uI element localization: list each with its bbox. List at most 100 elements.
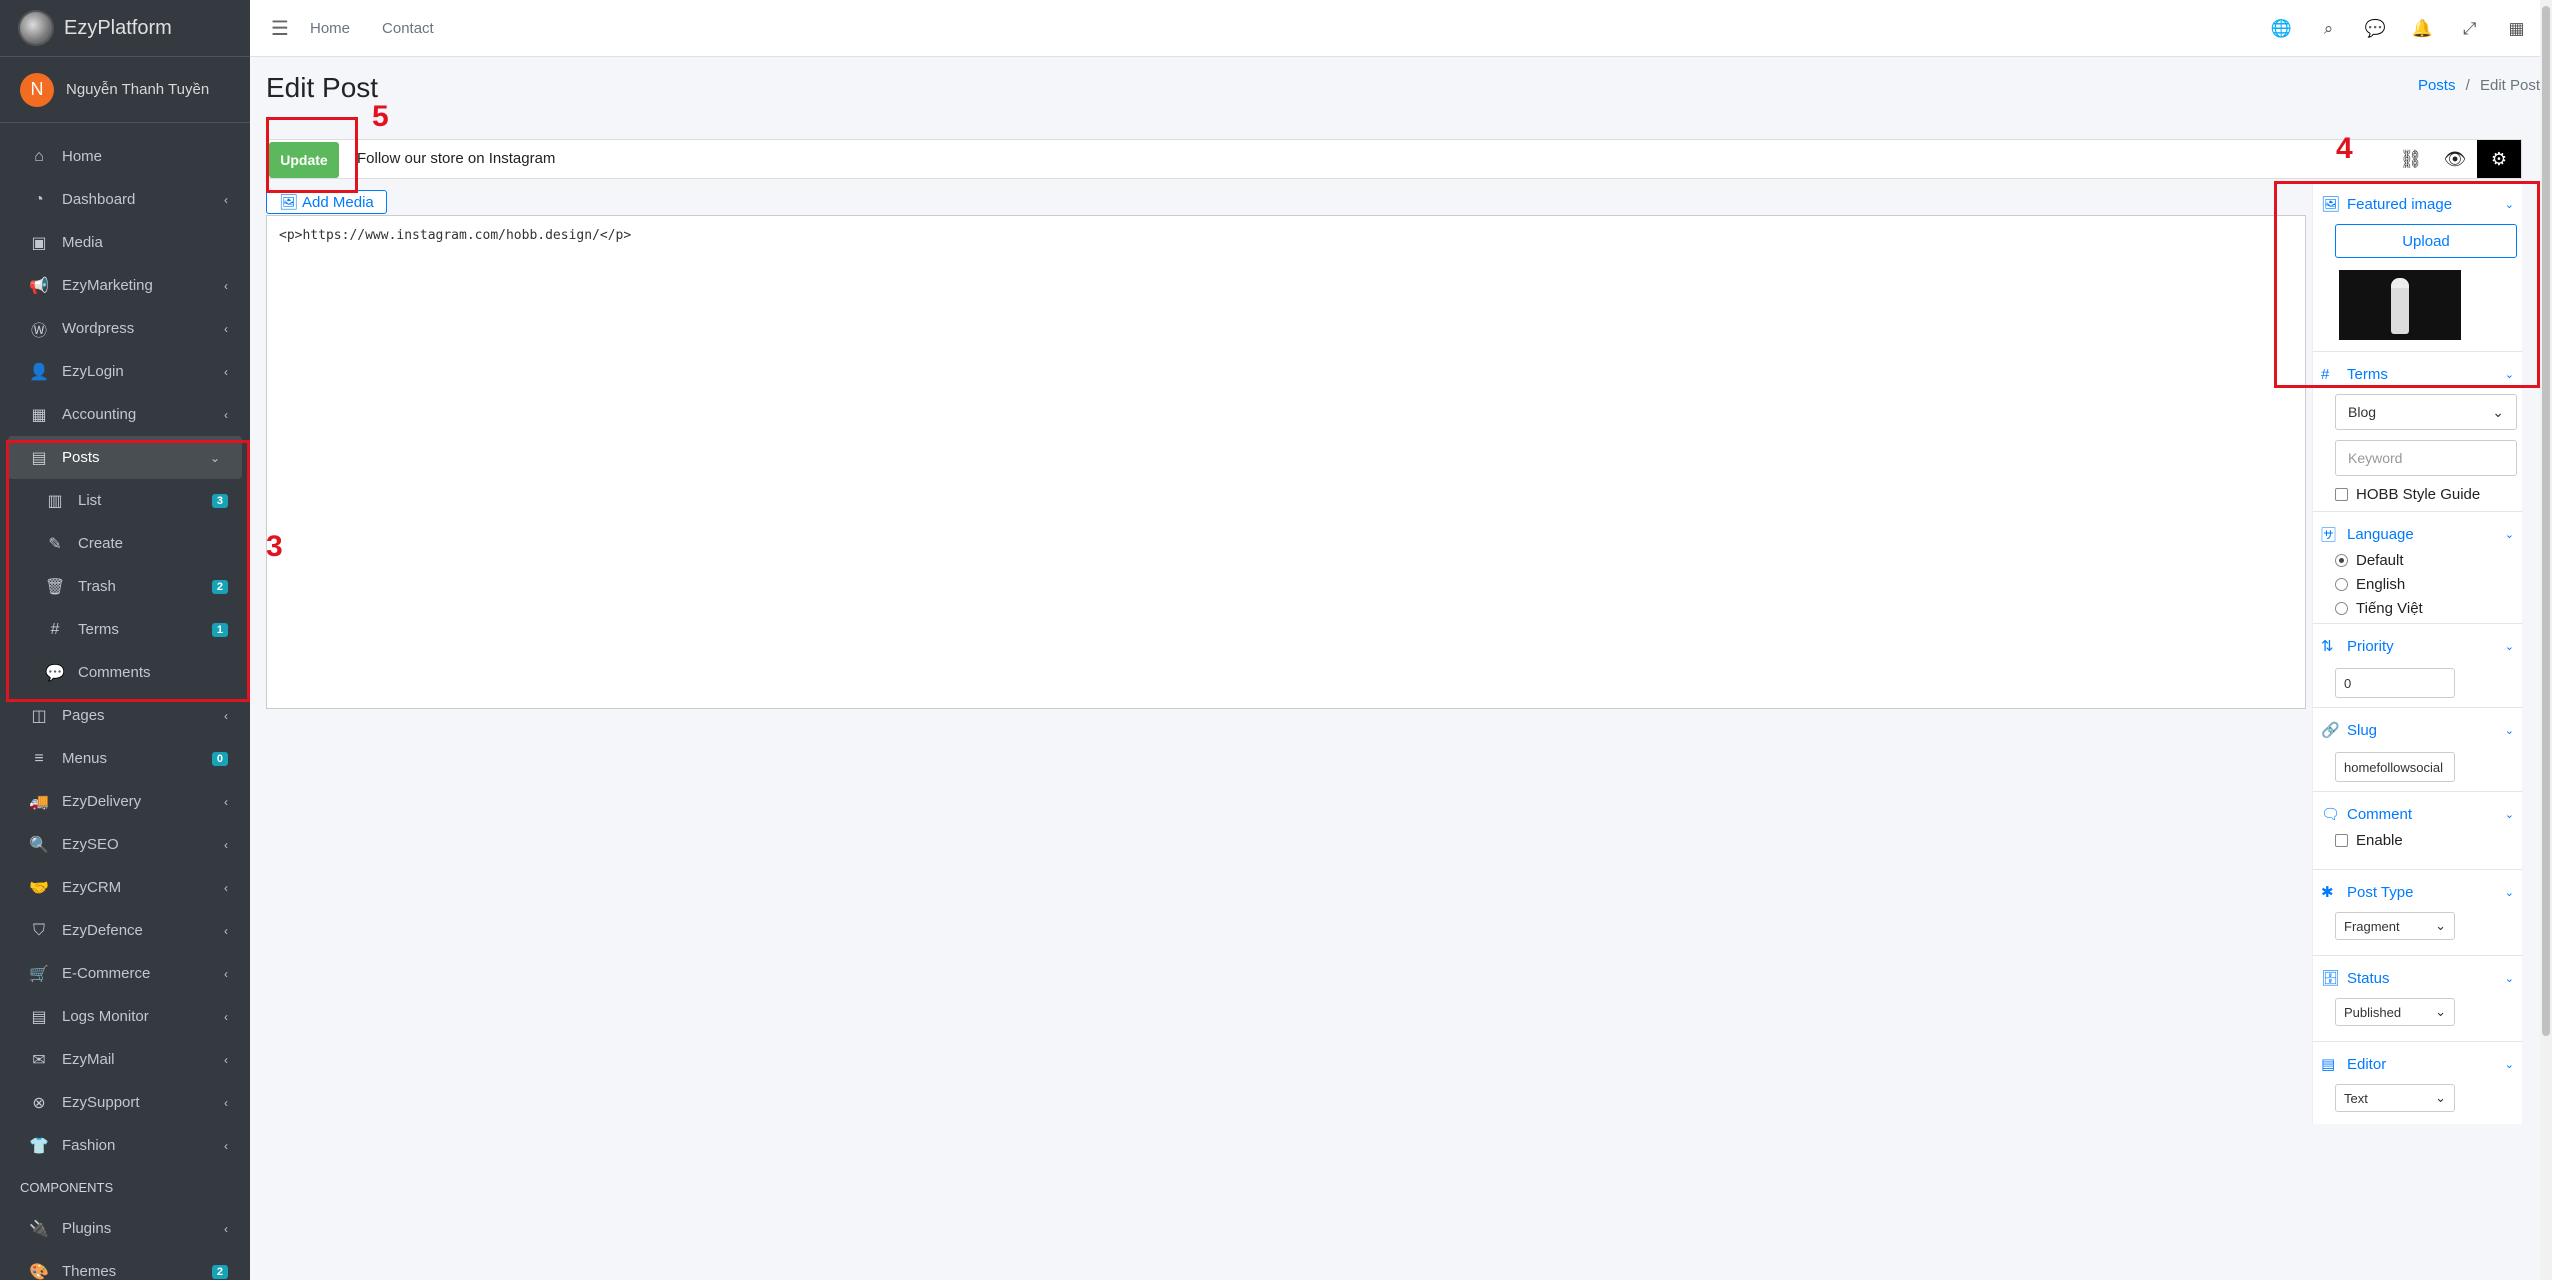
bell-icon[interactable]: 🔔 bbox=[2399, 19, 2446, 39]
priority-input[interactable]: 0 bbox=[2335, 668, 2455, 698]
post-type-select[interactable]: Fragment ⌄ bbox=[2335, 912, 2455, 940]
brand[interactable]: EzyPlatform bbox=[0, 0, 250, 57]
annotation-4: 4 bbox=[2336, 132, 2353, 165]
status-title: Status bbox=[2347, 969, 2390, 987]
sidebar-item-ezydelivery[interactable]: 🚚 EzyDelivery ‹ bbox=[0, 780, 250, 823]
priority-header[interactable]: ⇅ Priority ⌄ bbox=[2321, 634, 2514, 658]
logs-icon: ▤ bbox=[31, 1008, 47, 1026]
search-icon[interactable]: ⌕ bbox=[2305, 19, 2352, 39]
bullhorn-icon: 📢 bbox=[29, 277, 49, 295]
post-type-value: Fragment bbox=[2344, 918, 2400, 934]
chevron-down-icon: ⌄ bbox=[2435, 1090, 2446, 1105]
language-default-radio[interactable]: Default bbox=[2335, 550, 2514, 570]
sidebar-item-e-commerce[interactable]: 🛒 E-Commerce ‹ bbox=[0, 952, 250, 995]
menu-icon: ≡ bbox=[34, 749, 44, 767]
sidebar-item-comments[interactable]: 💬 Comments bbox=[0, 651, 250, 694]
messages-icon[interactable]: 💬 bbox=[2352, 19, 2399, 39]
chevron-left-icon: ‹ bbox=[224, 1221, 228, 1236]
sidebar-item-list[interactable]: ▥ List 3 bbox=[0, 479, 250, 522]
sidebar-item-ezydefence[interactable]: ⛉ EzyDefence ‹ bbox=[0, 909, 250, 952]
sidebar-item-wordpress[interactable]: Ⓦ Wordpress ‹ bbox=[0, 307, 250, 350]
sidebar-item-ezycrm[interactable]: 🤝 EzyCRM ‹ bbox=[0, 866, 250, 909]
sidebar-item-create[interactable]: ✎ Create bbox=[0, 522, 250, 565]
post-settings-panel: 🖼 Featured image ⌄ Upload # Terms ⌄ Blog… bbox=[2312, 182, 2522, 1124]
nav-link-home[interactable]: Home bbox=[310, 20, 350, 37]
sidebar-item-ezymarketing[interactable]: 📢 EzyMarketing ‹ bbox=[0, 264, 250, 307]
page-scrollbar[interactable] bbox=[2540, 0, 2552, 1280]
sidebar-item-menus[interactable]: ≡ Menus 0 bbox=[0, 737, 250, 780]
status-header[interactable]: 🗄 Status ⌄ bbox=[2321, 966, 2514, 990]
featured-image-thumbnail[interactable] bbox=[2339, 270, 2461, 340]
page-title: Edit Post bbox=[266, 72, 379, 103]
sidebar-item-ezyseo[interactable]: 🔍 EzySEO ‹ bbox=[0, 823, 250, 866]
status-select[interactable]: Published ⌄ bbox=[2335, 998, 2455, 1026]
sidebar-item-posts[interactable]: ▤ Posts ⌄ bbox=[8, 436, 242, 479]
eye-icon[interactable]: 👁 bbox=[2433, 140, 2477, 178]
user-panel[interactable]: N Nguyễn Thanh Tuyền bbox=[0, 57, 250, 123]
keyword-input[interactable]: Keyword bbox=[2335, 440, 2517, 476]
globe-icon[interactable]: 🌐 bbox=[2258, 19, 2305, 39]
upload-button[interactable]: Upload bbox=[2335, 224, 2517, 258]
sidebar-item-label: E-Commerce bbox=[62, 965, 151, 982]
comment-header[interactable]: 🗨 Comment ⌄ bbox=[2321, 802, 2514, 826]
terms-select[interactable]: Blog ⌄ bbox=[2335, 394, 2517, 430]
sidebar-item-label: EzyDefence bbox=[62, 922, 143, 939]
breadcrumb-current: Edit Post bbox=[2479, 77, 2540, 94]
sidebar-item-fashion[interactable]: 👕 Fashion ‹ bbox=[0, 1124, 250, 1167]
sidebar-item-dashboard[interactable]: ◔ Dashboard ‹ bbox=[0, 178, 250, 221]
components-header: COMPONENTS bbox=[20, 1179, 114, 1195]
sidebar-item-home[interactable]: ⌂ Home bbox=[0, 135, 250, 178]
sidebar-item-terms[interactable]: # Terms 1 bbox=[0, 608, 250, 651]
user-lock-icon: 👤 bbox=[29, 363, 49, 381]
gear-icon[interactable]: ⚙ bbox=[2477, 140, 2521, 178]
editor-header[interactable]: ▤ Editor ⌄ bbox=[2321, 1052, 2514, 1076]
slug-input[interactable]: homefollowsocial bbox=[2335, 752, 2455, 782]
post-type-header[interactable]: ✱ Post Type ⌄ bbox=[2321, 880, 2514, 904]
language-vi-radio[interactable]: Tiếng Việt bbox=[2335, 598, 2514, 618]
hamburger-menu-icon[interactable]: ☰ bbox=[250, 16, 310, 41]
comment-enable-checkbox[interactable]: Enable bbox=[2335, 832, 2514, 849]
chevron-down-icon: ⌄ bbox=[2504, 368, 2514, 381]
sidebar-item-accounting[interactable]: ▦ Accounting ‹ bbox=[0, 393, 250, 436]
chevron-down-icon: ⌄ bbox=[2435, 918, 2446, 933]
breadcrumb-posts[interactable]: Posts bbox=[2418, 77, 2456, 94]
chevron-down-icon: ⌄ bbox=[2504, 528, 2514, 541]
sidebar-item-label: Create bbox=[78, 535, 124, 552]
avatar: N bbox=[20, 72, 54, 107]
sidebar-item-pages[interactable]: ◫ Pages ‹ bbox=[0, 694, 250, 737]
sidebar-item-plugins[interactable]: 🔌 Plugins ‹ bbox=[0, 1207, 250, 1250]
list-icon: ▥ bbox=[47, 492, 63, 510]
unlink-icon[interactable]: ⛓ bbox=[2389, 140, 2433, 178]
language-header[interactable]: 🈂 Language ⌄ bbox=[2321, 522, 2514, 546]
sidebar-item-media[interactable]: ▣ Media bbox=[0, 221, 250, 264]
hobb-style-checkbox[interactable]: HOBB Style Guide bbox=[2335, 486, 2514, 503]
post-type-title: Post Type bbox=[2347, 883, 2414, 901]
fullscreen-icon[interactable]: ⤢ bbox=[2446, 19, 2493, 39]
chevron-left-icon: ‹ bbox=[224, 407, 228, 422]
slug-header[interactable]: 🔗 Slug ⌄ bbox=[2321, 718, 2514, 742]
sidebar-item-label: Accounting bbox=[62, 406, 137, 423]
count-badge: 2 bbox=[211, 579, 228, 594]
sidebar-nav: ⌂ Home ◔ Dashboard ‹ ▣ Media 📢 EzyMarketing ‹ Ⓦ Wor… bbox=[0, 123, 250, 1280]
sidebar-item-themes[interactable]: 🎨 Themes 2 bbox=[0, 1250, 250, 1280]
add-media-button[interactable]: 🖼 Add Media bbox=[266, 190, 387, 214]
link-icon: 🔗 bbox=[2321, 722, 2340, 739]
grid-icon[interactable]: ▦ bbox=[2493, 19, 2540, 39]
comment-title: Comment bbox=[2347, 805, 2413, 823]
language-english-radio[interactable]: English bbox=[2335, 574, 2514, 594]
chevron-left-icon: ‹ bbox=[224, 708, 228, 723]
content-editor[interactable]: <p>https://www.instagram.com/hobb.design… bbox=[266, 215, 2306, 709]
sidebar-item-ezysupport[interactable]: ⊗ EzySupport ‹ bbox=[0, 1081, 250, 1124]
featured-image-header[interactable]: 🖼 Featured image ⌄ bbox=[2321, 192, 2514, 216]
sidebar-item-trash[interactable]: 🗑 Trash 2 bbox=[0, 565, 250, 608]
post-title-input[interactable]: Follow our store on Instagram bbox=[357, 140, 555, 178]
nav-link-contact[interactable]: Contact bbox=[382, 20, 434, 37]
sidebar-item-logs-monitor[interactable]: ▤ Logs Monitor ‹ bbox=[0, 995, 250, 1038]
sidebar-item-ezylogin[interactable]: 👤 EzyLogin ‹ bbox=[0, 350, 250, 393]
update-button[interactable]: Update bbox=[269, 142, 339, 178]
editor-select[interactable]: Text ⌄ bbox=[2335, 1084, 2455, 1112]
sidebar-item-ezymail[interactable]: ✉ EzyMail ‹ bbox=[0, 1038, 250, 1081]
featured-image-title: Featured image bbox=[2347, 195, 2453, 213]
terms-header[interactable]: # Terms ⌄ bbox=[2321, 362, 2514, 386]
asterisk-icon: ✱ bbox=[2321, 884, 2334, 901]
